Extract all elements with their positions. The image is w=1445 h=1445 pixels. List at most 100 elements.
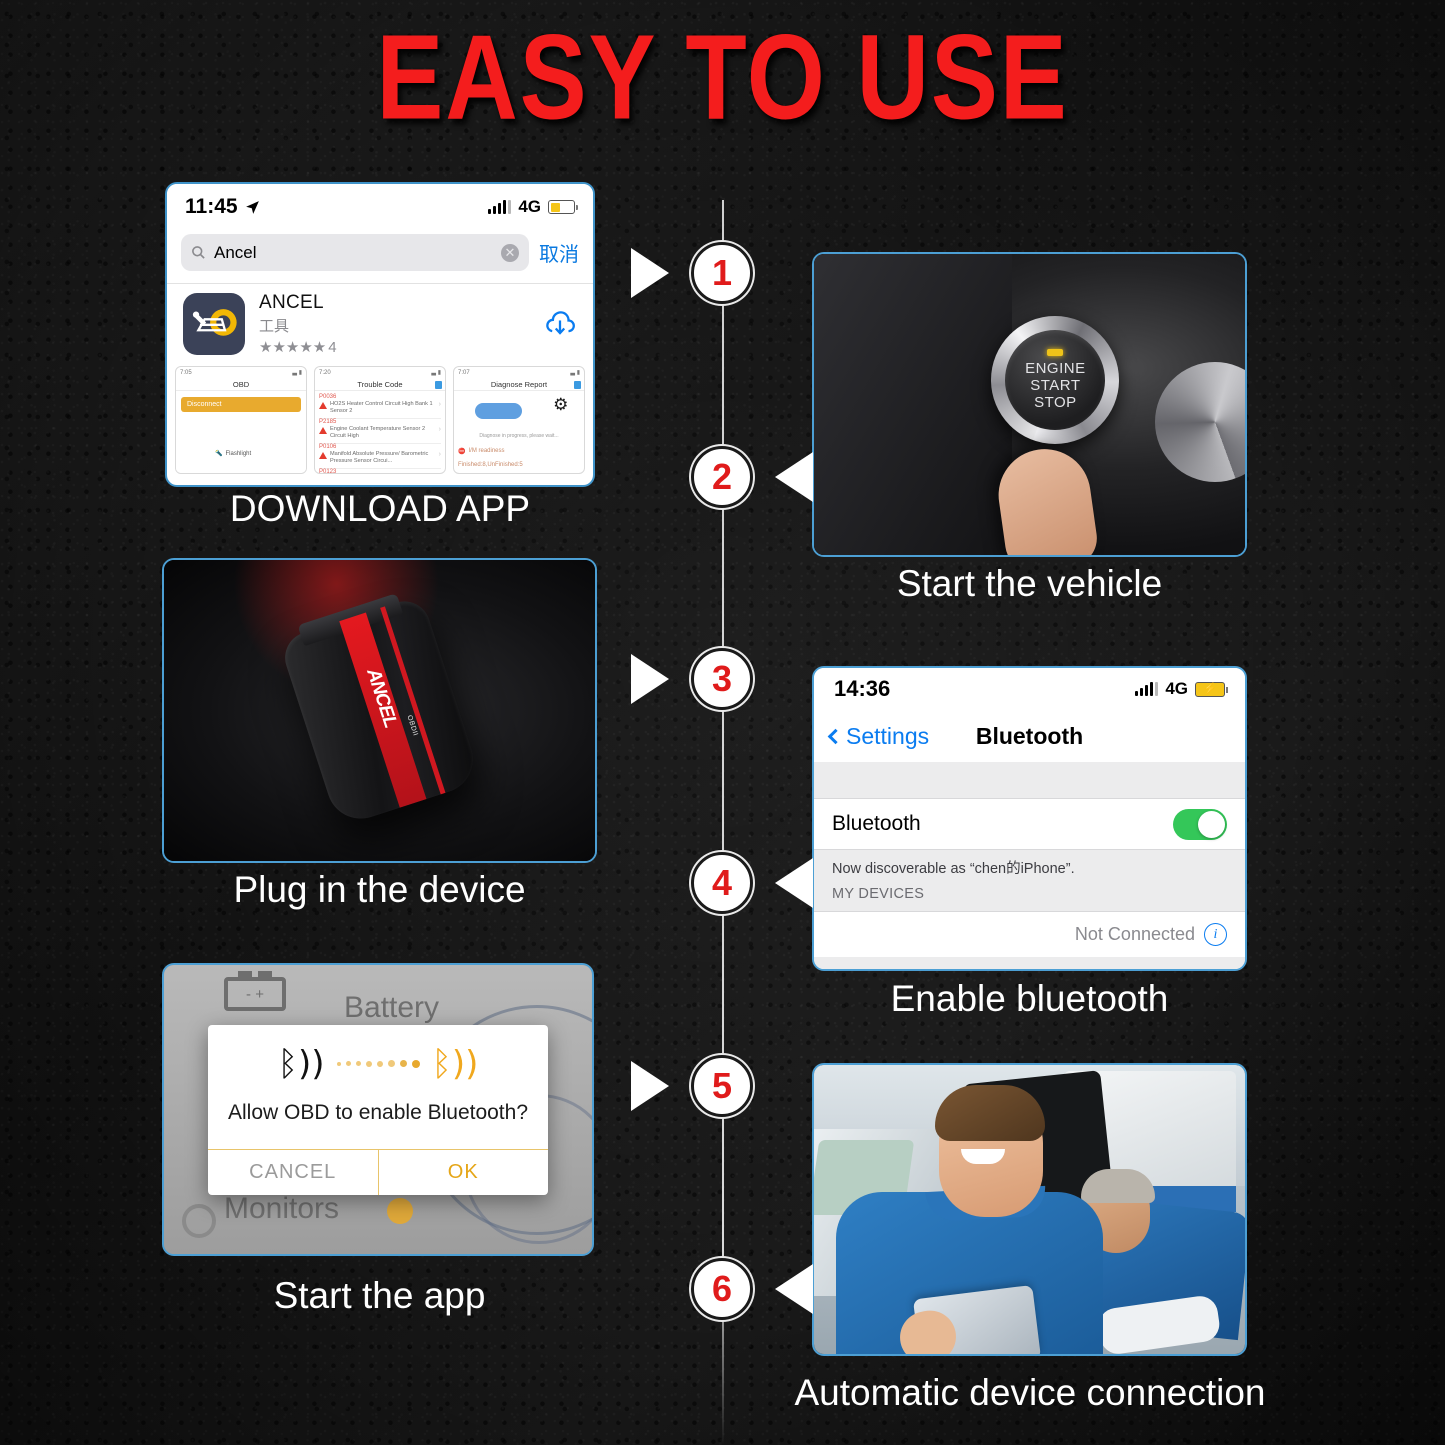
panel-app-store: 11:45 4G Ancel ✕ 取消 ANCEL 工具 ★★★★★ 4 7:0… xyxy=(165,182,595,487)
screenshot-time: 7:20 xyxy=(319,369,331,376)
screenshot-time: 7:05 xyxy=(180,369,192,376)
screenshot-nav: Trouble Code xyxy=(315,378,445,391)
chevron-right-icon: › xyxy=(438,401,441,408)
yellow-led-indicator xyxy=(1047,349,1064,357)
chevron-left-icon xyxy=(827,728,844,744)
screenshot-title: OBD xyxy=(232,379,250,389)
dialog-actions: CANCEL OK xyxy=(208,1148,549,1195)
discoverable-note: Now discoverable as “chen的iPhone”. xyxy=(814,850,1245,880)
background-label-monitors: Monitors xyxy=(224,1192,340,1225)
readiness-label: I/M readiness xyxy=(468,448,505,455)
panel-engine-start: ENGINE START STOP xyxy=(812,252,1247,557)
screenshot-nav: Diagnose Report xyxy=(454,378,584,391)
back-label: Settings xyxy=(846,722,930,749)
app-name: ANCEL xyxy=(259,292,324,313)
readiness-row: ⛔ I/M readiness xyxy=(458,448,505,455)
app-meta: ANCEL 工具 ★★★★★ 4 xyxy=(259,292,529,356)
monitor-icon-background xyxy=(182,1204,216,1238)
second-mechanic-hair xyxy=(1080,1169,1155,1204)
save-icon xyxy=(574,380,581,389)
panel-bluetooth-settings: 14:36 4G ⚡ Settings Bluetooth Bluetooth … xyxy=(812,666,1247,971)
app-screenshots: 7:05 ▃ ▮ OBD Disconnect 🔦 Flashlight 7:2… xyxy=(167,362,593,474)
back-to-settings-button[interactable]: Settings xyxy=(827,722,930,750)
search-cancel-button[interactable]: 取消 xyxy=(539,238,579,267)
dtc-row: HO2S Heater Control Circuit High Bank 1 … xyxy=(319,400,441,419)
warning-triangle-icon xyxy=(319,451,327,459)
dtc-code: P0123 xyxy=(319,468,337,474)
arrow-left-icon-4 xyxy=(775,858,813,908)
screenshot-time: 7:07 xyxy=(458,369,470,376)
signal-icon xyxy=(488,200,512,214)
step-circle-2: 2 xyxy=(691,446,753,508)
chevron-right-icon: › xyxy=(438,450,441,458)
network-label: 4G xyxy=(1165,679,1188,698)
bluetooth-toggle-row[interactable]: Bluetooth xyxy=(814,798,1245,850)
status-right-group: 4G ⚡ xyxy=(1135,679,1228,699)
search-input[interactable]: Ancel ✕ xyxy=(181,234,529,271)
search-icon xyxy=(192,246,205,259)
section-gap xyxy=(814,762,1245,798)
dashboard-panel xyxy=(814,254,1013,555)
screenshot-status-bar: 7:07 ▃ ▮ xyxy=(454,367,584,378)
screenshot-diagnose-report: 7:07 ▃ ▮ Diagnose Report ⚙ Diagnose in p… xyxy=(453,366,585,474)
battery-charging-icon: ⚡ xyxy=(1195,681,1228,697)
warning-triangle-icon xyxy=(319,426,327,434)
bluetooth-toggle-switch[interactable] xyxy=(1173,808,1227,840)
panel-mechanic xyxy=(812,1063,1247,1356)
chevron-right-icon: › xyxy=(438,425,441,433)
engine-start-stop-button[interactable]: ENGINE START STOP xyxy=(1005,330,1106,431)
screenshot-nav: OBD xyxy=(176,378,306,391)
page-title: EASY TO USE xyxy=(376,8,1069,145)
app-rating-count: 4 xyxy=(328,338,337,356)
engine-label-line1: ENGINE xyxy=(1025,360,1086,378)
arrow-right-icon-1 xyxy=(631,248,669,298)
ok-button[interactable]: OK xyxy=(377,1149,549,1195)
list-footer xyxy=(814,957,1245,969)
caption-start-vehicle: Start the vehicle xyxy=(896,563,1163,604)
flashlight-label: Flashlight xyxy=(225,450,252,457)
screenshot-title: Trouble Code xyxy=(357,379,403,389)
network-label: 4G xyxy=(518,197,541,216)
panel-start-app-dialog: - + Battery Monitors ᛒ)) ᛒ)) Allow OBD t… xyxy=(162,963,594,1256)
screenshot-status-icons: ▃ ▮ xyxy=(570,370,580,376)
flashlight-icon: 🔦 xyxy=(215,451,223,457)
step-circle-3: 3 xyxy=(691,648,753,710)
info-circle-icon[interactable]: i xyxy=(1204,923,1227,946)
battery-icon xyxy=(548,200,578,214)
dtc-row: Engine Coolant Temperature Sensor 2 Circ… xyxy=(319,425,441,444)
step-circle-5: 5 xyxy=(691,1055,753,1117)
flashlight-item: 🔦 Flashlight xyxy=(215,450,252,458)
caption-auto-connect: Automatic device connection xyxy=(794,1372,1266,1413)
device-status: Not Connected xyxy=(1074,924,1195,944)
screenshot-title: Diagnose Report xyxy=(490,379,548,389)
save-icon xyxy=(435,380,442,389)
status-right-group: 4G xyxy=(488,197,578,217)
amber-dot-graphic xyxy=(386,1198,413,1224)
arrow-right-icon-5 xyxy=(631,1061,669,1111)
bluetooth-toggle-label: Bluetooth xyxy=(832,812,921,835)
step-circle-1: 1 xyxy=(691,242,753,304)
screenshot-status-icons: ▃ ▮ xyxy=(292,370,302,376)
cancel-button[interactable]: CANCEL xyxy=(208,1150,378,1195)
search-row: Ancel ✕ 取消 xyxy=(167,230,593,283)
device-row[interactable]: Not Connected i xyxy=(814,911,1245,957)
clear-circle-icon[interactable]: ✕ xyxy=(501,243,519,262)
screenshot-obd: 7:05 ▃ ▮ OBD Disconnect 🔦 Flashlight xyxy=(175,366,307,474)
readiness-value-row: Finished:8,UnFinished:5 xyxy=(458,462,580,468)
app-result-row[interactable]: ANCEL 工具 ★★★★★ 4 xyxy=(167,283,593,362)
bluetooth-icon: ᛒ)) xyxy=(277,1043,325,1084)
progress-note: Diagnose in progress, please wait... xyxy=(479,432,559,439)
search-value: Ancel xyxy=(214,242,257,262)
cloud-download-icon[interactable] xyxy=(543,307,577,341)
bluetooth-icon-amber: ᛒ)) xyxy=(431,1043,479,1084)
screenshot-status-icons: ▃ ▮ xyxy=(431,370,441,376)
dtc-desc: Manifold Absolute Pressure/ Barometric P… xyxy=(330,450,429,464)
screenshot-trouble-code: 7:20 ▃ ▮ Trouble Code P0036 HO2S Heater … xyxy=(314,366,446,474)
dtc-desc: Engine Coolant Temperature Sensor 2 Circ… xyxy=(330,425,426,439)
background-label-battery: Battery xyxy=(344,991,440,1024)
my-devices-header: MY DEVICES xyxy=(814,880,1245,911)
caption-plug-in-device: Plug in the device xyxy=(233,869,526,910)
mechanic-hair xyxy=(934,1085,1045,1142)
ancel-app-icon xyxy=(183,293,245,355)
bluetooth-permission-dialog: ᛒ)) ᛒ)) Allow OBD to enable Bluetooth? C… xyxy=(208,1024,549,1195)
